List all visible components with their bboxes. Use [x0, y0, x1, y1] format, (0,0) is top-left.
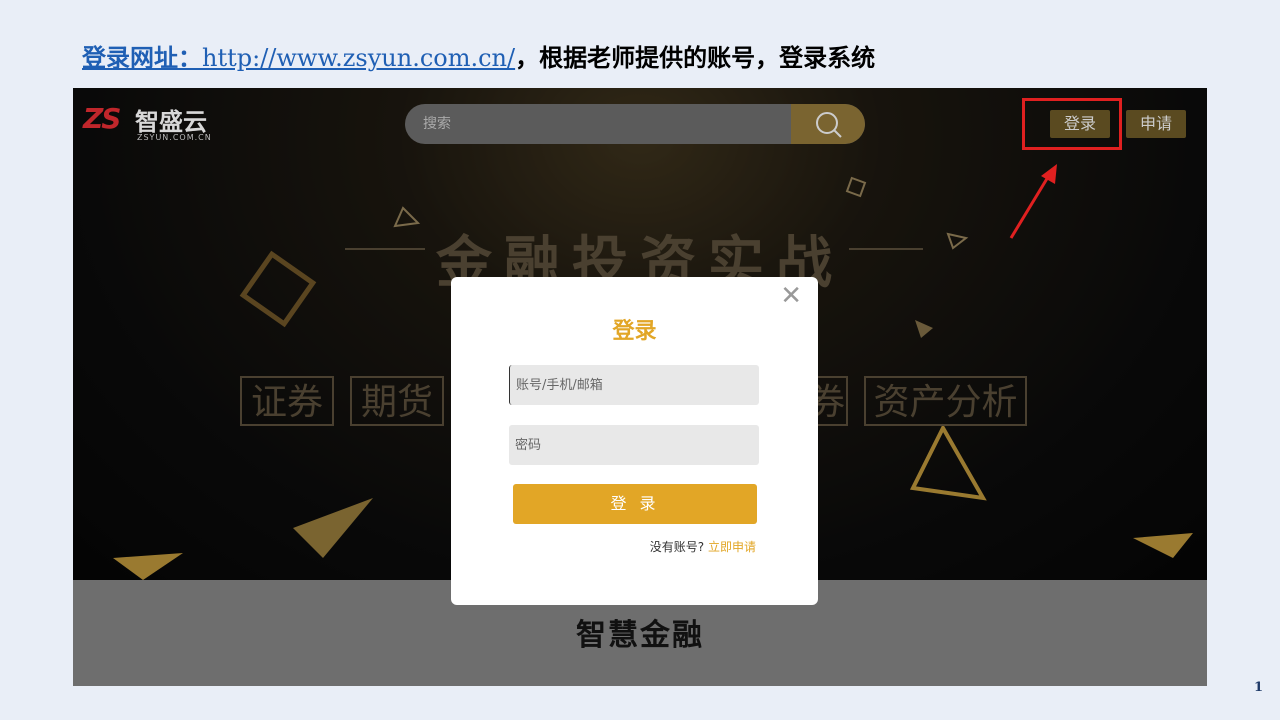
password-input[interactable]	[509, 425, 759, 465]
instruction-label: 登录网址：	[82, 44, 202, 72]
account-input[interactable]	[509, 365, 759, 405]
close-icon[interactable]: ✕	[780, 283, 802, 309]
search-placeholder: 搜索	[423, 116, 451, 132]
category-asset-analysis[interactable]: 资产分析	[864, 376, 1027, 426]
register-link[interactable]: 立即申请	[708, 540, 756, 554]
search-button[interactable]	[791, 104, 865, 144]
red-arrow-icon	[1009, 164, 1057, 239]
search-bar[interactable]: 搜索	[405, 104, 865, 144]
page-number: 1	[1254, 680, 1264, 695]
register-prompt: 没有账号? 立即申请	[650, 538, 756, 555]
site-url-link[interactable]: http://www.zsyun.com.cn/	[202, 44, 515, 72]
nav-apply-button[interactable]: 申请	[1126, 110, 1186, 138]
lower-section-title: 智慧金融	[576, 618, 704, 653]
category-futures[interactable]: 期货	[350, 376, 444, 426]
instruction-text: 登录网址：http://www.zsyun.com.cn/，根据老师提供的账号，…	[82, 38, 875, 78]
no-account-text: 没有账号?	[649, 540, 705, 554]
instruction-rest: ，根据老师提供的账号，登录系统	[515, 44, 876, 72]
site-logo[interactable]: ZS 智盛云 ZSYUN.COM.CN	[83, 100, 223, 146]
login-submit-button[interactable]: 登 录	[513, 484, 757, 524]
logo-name: 智盛云	[135, 108, 207, 136]
login-modal: ✕ 登录 登 录 没有账号? 立即申请	[451, 277, 818, 605]
modal-title: 登录	[612, 319, 657, 344]
category-securities[interactable]: 证券	[240, 376, 334, 426]
nav-login-button[interactable]: 登录	[1050, 110, 1110, 138]
logo-domain: ZSYUN.COM.CN	[137, 133, 212, 142]
logo-mark: ZS	[83, 102, 121, 135]
search-icon	[816, 112, 842, 138]
